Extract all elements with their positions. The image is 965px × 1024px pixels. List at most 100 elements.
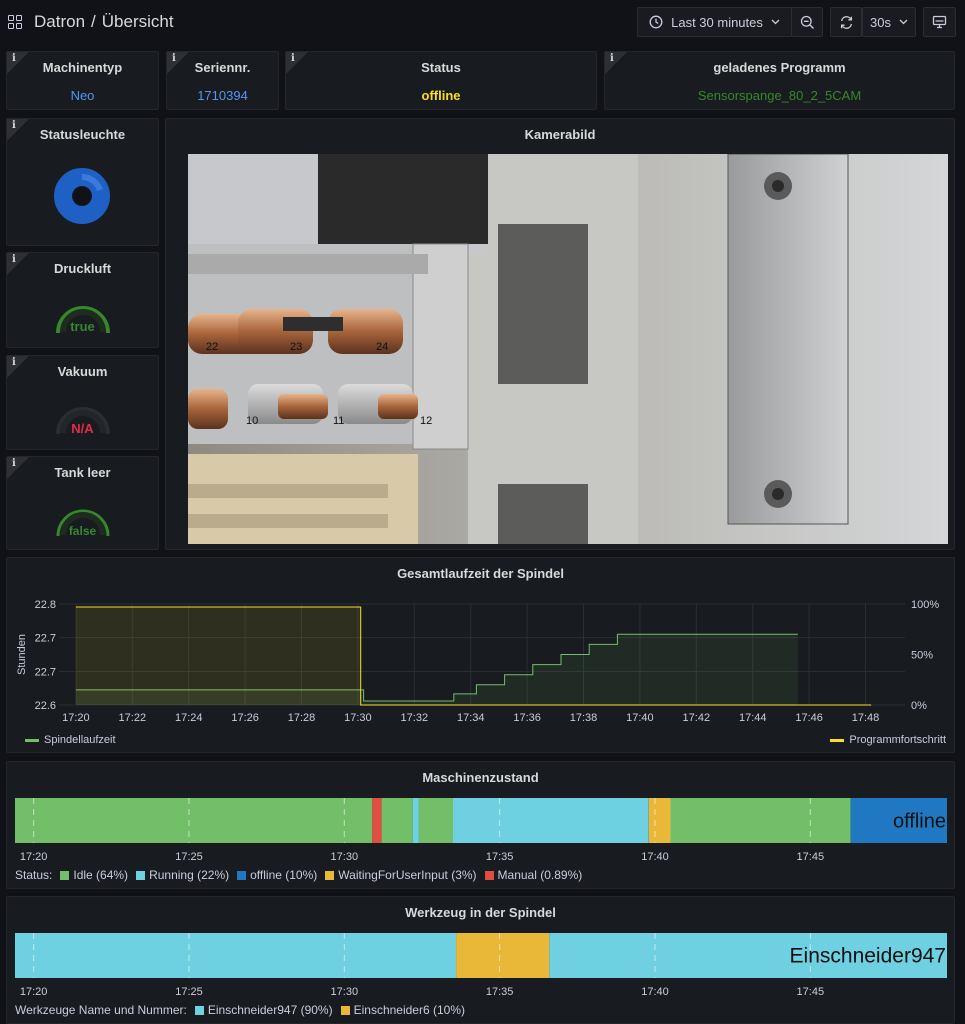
x-tick-label: 17:30 xyxy=(344,712,372,724)
x-tick-label: 17:36 xyxy=(513,712,541,724)
timeline-current-value: offline xyxy=(893,811,946,833)
time-range-label: Last 30 minutes xyxy=(671,14,763,30)
legend-swatch xyxy=(830,738,845,742)
legend-swatch xyxy=(340,1005,350,1015)
monitor-icon xyxy=(932,15,947,29)
panel-title: Seriennr. xyxy=(194,60,251,75)
y-tick-label: 22.7 xyxy=(35,633,56,645)
camera-label-24: 24 xyxy=(376,341,388,353)
y-axis-label: Stunden xyxy=(16,634,28,675)
legend-title: Werkzeuge Name und Nummer: xyxy=(15,1003,187,1017)
panel-kamerabild: Kamerabild 22 23 24 10 11 12 xyxy=(165,118,955,550)
state-legend: Status: Idle (64%) Running (22%) offline (… xyxy=(15,868,582,882)
x-tick-label: 17:35 xyxy=(486,851,514,863)
x-tick-label: 17:40 xyxy=(641,851,669,863)
panel-machinentyp: i Machinentyp Neo xyxy=(6,51,159,110)
zoom-out-button[interactable] xyxy=(791,7,823,37)
camera-tool-holder xyxy=(328,309,403,354)
camera-label-10: 10 xyxy=(246,415,258,427)
y-right-tick-label: 50% xyxy=(911,650,933,662)
legend-item-waitingforuserinput[interactable]: WaitingForUserInput (3%) xyxy=(338,868,476,882)
chevron-down-icon xyxy=(771,19,780,25)
camera-wood-groove xyxy=(188,484,388,498)
refresh-button[interactable] xyxy=(830,7,862,37)
x-tick-label: 17:32 xyxy=(401,712,429,724)
camera-chip-tray-lower xyxy=(498,484,588,544)
x-tick-label: 17:28 xyxy=(288,712,316,724)
zoom-out-icon xyxy=(800,15,814,29)
panel-statusleuchte: i Statusleuchte xyxy=(6,118,159,246)
refresh-interval-label: 30s xyxy=(870,14,891,30)
x-tick-label: 17:20 xyxy=(62,712,90,724)
dashboard-name[interactable]: Übersicht xyxy=(102,12,174,32)
camera-tool-holder xyxy=(188,389,228,429)
legend-label: Spindellaufzeit xyxy=(44,734,116,746)
x-tick-label: 17:45 xyxy=(797,851,825,863)
panel-seriennr: i Seriennr. 1710394 xyxy=(166,51,279,110)
camera-rack-rail xyxy=(188,254,428,274)
timeline-segment-running xyxy=(453,798,649,843)
x-tick-label: 17:34 xyxy=(457,712,485,724)
panel-status: i Status offline xyxy=(285,51,597,110)
chevron-down-icon xyxy=(899,19,908,25)
legend-swatch xyxy=(60,870,70,880)
x-tick-label: 17:25 xyxy=(175,851,203,863)
x-tick-label: 17:40 xyxy=(626,712,654,724)
legend-swatch xyxy=(325,870,335,880)
x-tick-label: 17:42 xyxy=(683,712,711,724)
legend-item-programmfortschritt[interactable]: Programmfortschritt xyxy=(830,734,946,746)
tv-mode-button[interactable] xyxy=(923,7,956,37)
x-tick-label: 17:45 xyxy=(797,986,825,998)
clock-icon xyxy=(649,15,663,29)
panel-title: Vakuum xyxy=(57,364,108,379)
x-tick-label: 17:24 xyxy=(175,712,203,724)
refresh-interval-picker[interactable]: 30s xyxy=(862,7,916,37)
refresh-icon xyxy=(840,15,852,29)
panel-geladenes-programm: i geladenes Programm Sensorspange_80_2_5… xyxy=(604,51,955,110)
legend-item-einschneider947[interactable]: Einschneider947 (90%) xyxy=(208,1003,333,1017)
legend-item-offline[interactable]: offline (10%) xyxy=(250,868,317,882)
y-right-tick-label: 0% xyxy=(911,700,927,712)
legend-swatch xyxy=(194,1005,204,1015)
folder-name[interactable]: Datron xyxy=(34,12,85,32)
legend-swatch xyxy=(136,870,146,880)
camera-label-22: 22 xyxy=(206,341,218,353)
panel-title: Status xyxy=(421,60,461,75)
stat-value: Neo xyxy=(70,88,95,103)
legend-swatch xyxy=(237,870,247,880)
dashboard-breadcrumb[interactable]: Datron / Übersicht xyxy=(8,12,174,32)
camera-wood-groove xyxy=(188,514,388,528)
stat-value: Sensorspange_80_2_5CAM xyxy=(697,88,862,103)
panel-maschinenzustand: Maschinenzustand 17:20 17:25 17:30 17:35 17:… xyxy=(6,761,955,889)
time-range-picker[interactable]: Last 30 minutes xyxy=(637,7,792,37)
top-bar: Datron / Übersicht Last 30 minutes 30s xyxy=(0,0,965,44)
legend-swatch xyxy=(484,870,494,880)
stat-value: 1710394 xyxy=(197,88,248,103)
legend-item-einschneider6[interactable]: Einschneider6 (10%) xyxy=(354,1003,465,1017)
x-tick-label: 17:38 xyxy=(570,712,598,724)
dashboard-grid-icon xyxy=(8,15,22,29)
y-tick-label: 22.7 xyxy=(35,666,56,678)
camera-label-23: 23 xyxy=(290,341,302,353)
x-tick-label: 17:22 xyxy=(119,712,147,724)
panel-gesamtlaufzeit: Gesamtlaufzeit der Spindel 22.6 22.7 22.7 2… xyxy=(6,557,955,753)
timeline-segment-idle xyxy=(670,798,851,843)
legend-item-running[interactable]: Running (22%) xyxy=(149,868,229,882)
spindle-runtime-chart[interactable]: 22.6 22.7 22.7 22.8 0% 50% 100% 17:20 17:22 17:24… xyxy=(7,558,956,754)
x-tick-label: 17:44 xyxy=(739,712,767,724)
x-tick-label: 17:20 xyxy=(20,851,48,863)
timeline-segment-idle xyxy=(15,798,373,843)
camera-screw-hole xyxy=(772,488,784,500)
panel-title: Tank leer xyxy=(54,465,111,480)
timeline-segment-einschneider947 xyxy=(15,933,457,978)
legend-item-manual[interactable]: Manual (0.89%) xyxy=(498,868,583,882)
legend-swatch xyxy=(25,738,39,742)
legend-item-spindellaufzeit[interactable]: Spindellaufzeit xyxy=(25,734,116,746)
legend-item-idle[interactable]: Idle (64%) xyxy=(73,868,128,882)
camera-side-plate xyxy=(727,154,849,525)
x-tick-label: 17:46 xyxy=(795,712,823,724)
y-right-tick-label: 100% xyxy=(911,599,939,611)
y-tick-label: 22.6 xyxy=(35,700,56,712)
timeline-segment-running xyxy=(412,798,419,843)
timeline-current-value: Einschneider947 xyxy=(790,945,946,968)
